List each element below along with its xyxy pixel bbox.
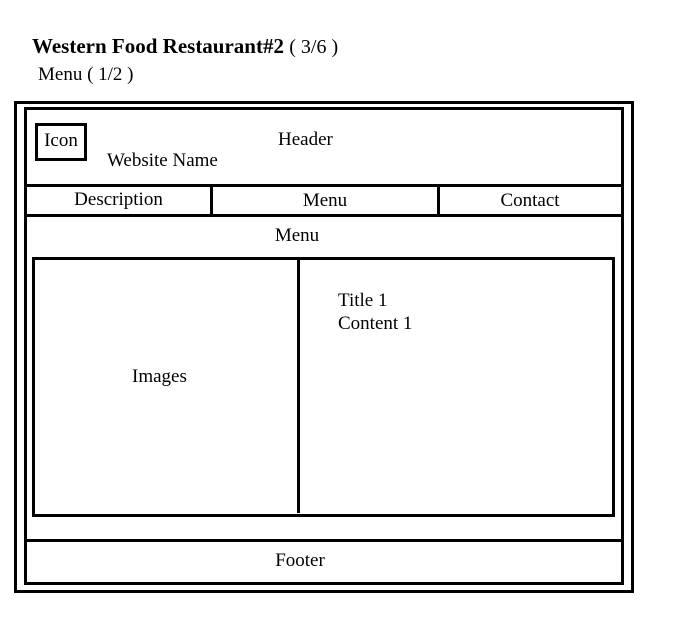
content-divider [297, 259, 300, 513]
header-label: Header [278, 129, 333, 150]
footer-label: Footer [275, 550, 325, 571]
content-box [32, 257, 615, 517]
nav-item-menu[interactable]: Menu [213, 190, 437, 212]
menu-item-content: Content 1 [338, 313, 413, 334]
footer-divider [24, 539, 624, 542]
header-icon-box[interactable]: Icon [35, 123, 87, 161]
nav-item-contact[interactable]: Contact [440, 190, 620, 212]
website-name[interactable]: Website Name [107, 150, 218, 172]
nav-item-description[interactable]: Description [27, 189, 210, 211]
images-placeholder: Images [132, 366, 187, 387]
main-section-title: Menu [274, 225, 320, 246]
page-title: Western Food Restaurant#2 ( 3/6 ) [32, 34, 338, 59]
page-title-suffix: ( 3/6 ) [289, 36, 339, 58]
header-divider [24, 184, 624, 187]
menu-item-title: Title 1 [338, 290, 388, 311]
nav-divider [24, 214, 624, 217]
page-title-main: Western Food Restaurant#2 [32, 34, 284, 58]
page-subtitle: Menu ( 1/2 ) [38, 64, 134, 85]
